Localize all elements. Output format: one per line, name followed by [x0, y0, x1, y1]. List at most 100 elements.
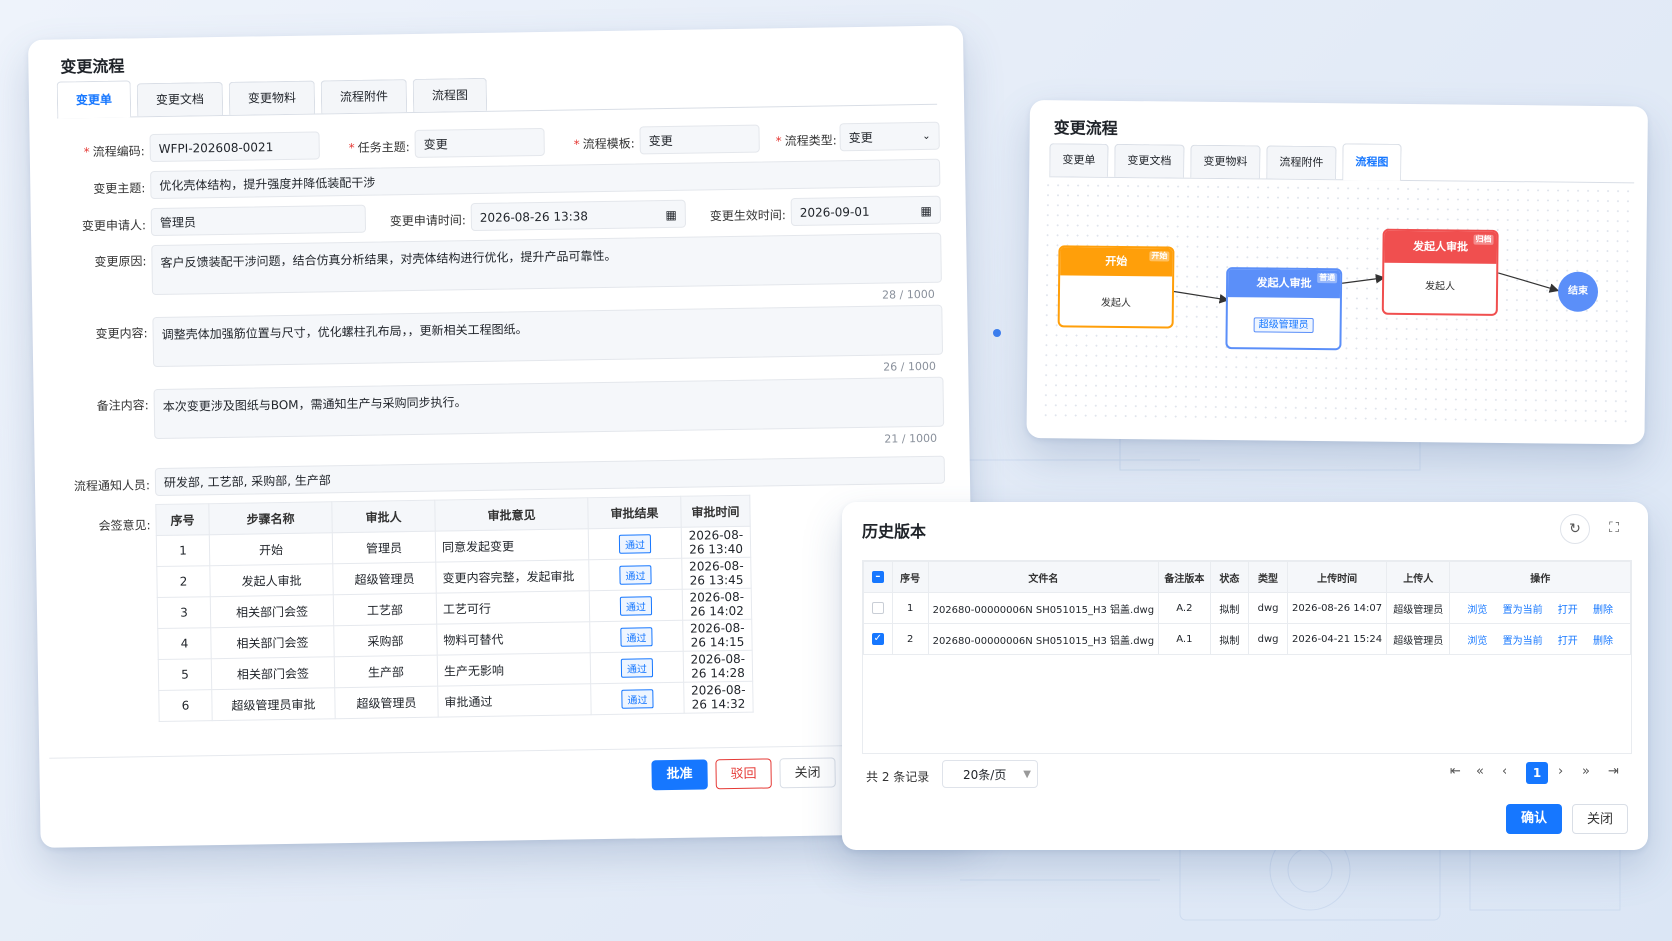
remark-textarea[interactable]: 本次变更涉及图纸与BOM，需通知生产与采购同步执行。	[153, 376, 945, 440]
row-time: 2026-08-26 13:40	[681, 526, 751, 559]
effective-time-label: 变更生效时间:	[709, 208, 786, 224]
open-link[interactable]: 打开	[1558, 636, 1578, 647]
notify-field[interactable]: 研发部, 工艺部, 采购部, 生产部	[154, 455, 946, 497]
apply-time-field[interactable]: 2026-08-26 13:38 ▦	[470, 199, 687, 232]
node-title: 发起人审批	[1256, 276, 1312, 290]
row-approver: 工艺部	[333, 593, 437, 626]
open-link[interactable]: 打开	[1558, 605, 1578, 616]
effective-time-field[interactable]: 2026-09-01 ▦	[790, 195, 941, 227]
row-time: 2026-08-26 14:07	[1287, 592, 1388, 624]
notify-label: 流程通知人员:	[73, 478, 151, 494]
node-header: 开始 开始	[1060, 247, 1173, 277]
row-opinion: 变更内容完整，发起审批	[435, 559, 590, 594]
tab-flow-chart[interactable]: 流程图	[412, 77, 488, 112]
close-button[interactable]: 关闭	[779, 757, 836, 789]
table-header-row: – 序号 文件名 备注版本 状态 类型 上传时间 上传人 操作	[863, 561, 1631, 593]
row-result: 通过	[590, 651, 684, 684]
countersign-label: 会签意见:	[98, 518, 151, 533]
row-no: 5	[158, 658, 212, 691]
node-tag: 开始	[1149, 251, 1170, 262]
row-result: 通过	[590, 682, 685, 715]
task-subject-label: * 任务主题:	[348, 140, 410, 155]
refresh-icon[interactable]: ↻	[1560, 514, 1590, 544]
col-actions: 操作	[1449, 561, 1631, 593]
tab-change-docs[interactable]: 变更文档	[136, 81, 224, 117]
row-no: 3	[157, 596, 211, 629]
row-step: 超级管理员审批	[211, 687, 336, 721]
select-all-cell: –	[863, 561, 893, 593]
next-jump-icon[interactable]: »	[1582, 764, 1590, 779]
close-button[interactable]: 关闭	[1572, 804, 1628, 834]
history-table-wrap: – 序号 文件名 备注版本 状态 类型 上传时间 上传人 操作 1 202680…	[862, 560, 1632, 754]
row-opinion: 物料可替代	[436, 621, 591, 656]
page-size-select[interactable]: 20条/页 ▼	[942, 760, 1038, 788]
status-badge: 通过	[620, 626, 653, 647]
tab-change-materials[interactable]: 变更物料	[228, 80, 316, 115]
row-opinion: 审批通过	[437, 683, 592, 718]
node-title: 发起人审批	[1412, 240, 1469, 254]
browse-link[interactable]: 浏览	[1467, 605, 1487, 616]
set-current-link[interactable]: 置为当前	[1503, 636, 1543, 647]
row-approver: 采购部	[333, 624, 438, 657]
set-current-link[interactable]: 置为当前	[1503, 605, 1543, 616]
select-all-checkbox[interactable]: –	[871, 571, 884, 583]
row-time: 2026-08-26 14:28	[683, 650, 753, 683]
fullscreen-icon[interactable]: ⛶	[1600, 514, 1628, 542]
dialog-title: 变更流程	[60, 56, 125, 77]
approve-button[interactable]: 批准	[651, 759, 708, 791]
row-version: A.2	[1158, 592, 1211, 624]
change-subject-field[interactable]: 优化壳体结构，提升强度并降低装配干涉	[150, 158, 941, 200]
page-number-current[interactable]: 1	[1526, 762, 1548, 784]
row-opinion: 生产无影响	[437, 652, 591, 687]
prev-jump-icon[interactable]: «	[1476, 764, 1484, 779]
applicant-field[interactable]: 管理员	[150, 204, 367, 237]
row-step: 相关部门会签	[210, 625, 335, 659]
col-upload-time: 上传时间	[1287, 561, 1388, 593]
col-opinion: 审批意见	[434, 497, 589, 532]
countersign-table: 序号 步骤名称 审批人 审批意见 审批结果 审批时间 1 开始 管理员 同意发起…	[155, 495, 754, 722]
status-badge: 通过	[621, 688, 654, 709]
flow-template-field[interactable]: 变更	[639, 124, 760, 155]
flow-node-end[interactable]: 结束	[1557, 271, 1599, 312]
reject-button[interactable]: 驳回	[715, 758, 772, 790]
row-no: 2	[156, 565, 211, 598]
prev-page-icon[interactable]: ‹	[1502, 764, 1507, 779]
row-approver: 管理员	[332, 531, 436, 564]
flow-node-initiator-approval[interactable]: 发起人审批 普通 超级管理员	[1225, 267, 1343, 351]
flow-node-start[interactable]: 开始 开始 发起人	[1057, 245, 1175, 329]
last-page-icon[interactable]: ⇥	[1608, 764, 1619, 779]
reason-label: 变更原因:	[94, 254, 147, 269]
next-page-icon[interactable]: ›	[1558, 764, 1563, 779]
status-badge: 通过	[619, 564, 652, 585]
first-page-icon[interactable]: ⇤	[1450, 764, 1461, 779]
reason-textarea[interactable]: 客户反馈装配干涉问题，结合仿真分析结果，对壳体结构进行优化，提升产品可靠性。	[151, 232, 942, 296]
row-checkbox[interactable]: ✓	[871, 633, 884, 645]
row-select-cell	[863, 592, 893, 624]
tab-flow-attachments[interactable]: 流程附件	[320, 79, 408, 114]
node-title: 结束	[1567, 285, 1589, 297]
delete-link[interactable]: 删除	[1593, 636, 1613, 647]
apply-time-value: 2026-08-26 13:38	[479, 209, 589, 225]
row-no: 6	[158, 689, 213, 722]
tab-change-order[interactable]: 变更单	[56, 80, 132, 119]
flow-node-initiator-archive[interactable]: 发起人审批 归档 发起人	[1381, 228, 1499, 316]
content-textarea[interactable]: 调整壳体加强筋位置与尺寸，优化螺柱孔布局，，更新相关工程图纸。	[152, 304, 944, 368]
browse-link[interactable]: 浏览	[1467, 636, 1487, 647]
delete-link[interactable]: 删除	[1593, 605, 1613, 616]
row-uploader: 超级管理员	[1386, 623, 1451, 655]
history-versions-dialog: 历史版本 ↻ ⛶ – 序号 文件名 备注版本 状态 类型 上传时间 上传人 操作	[842, 502, 1648, 850]
flow-code-field[interactable]: WFPI-202608-0021	[149, 131, 320, 163]
node-body: 发起人	[1100, 297, 1131, 310]
row-no: 4	[157, 627, 212, 660]
flow-type-select[interactable]: 变更 ⌄	[839, 121, 940, 152]
row-time: 2026-08-26 14:15	[682, 619, 753, 652]
confirm-button[interactable]: 确认	[1506, 804, 1562, 834]
row-no: 2	[891, 623, 929, 655]
row-checkbox[interactable]	[871, 602, 884, 614]
col-step: 步骤名称	[208, 501, 333, 535]
row-approver: 超级管理员	[334, 686, 439, 719]
row-time: 2026-08-26 14:32	[683, 681, 754, 714]
calendar-icon: ▦	[665, 207, 677, 223]
row-actions: 浏览 置为当前 打开 删除	[1449, 592, 1631, 624]
task-subject-field[interactable]: 变更	[414, 127, 545, 158]
